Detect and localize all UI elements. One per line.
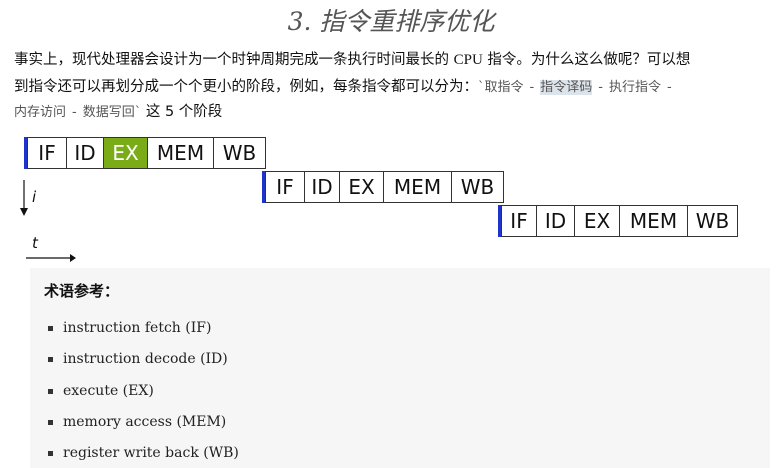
paragraph-text: 到指令还可以再划分成一个个更小的阶段，例如，每条指令都可以分为： bbox=[14, 79, 478, 95]
stage-if: IF bbox=[501, 205, 537, 237]
step-separator: - bbox=[72, 105, 77, 120]
stage-id: ID bbox=[67, 137, 104, 169]
pipeline-row-1: IF ID EX MEM WB bbox=[24, 137, 266, 169]
list-item: execute (EX) bbox=[48, 383, 154, 399]
stage-ex: EX bbox=[575, 205, 620, 237]
terms-heading: 术语参考： bbox=[44, 282, 120, 300]
terms-panel bbox=[30, 268, 770, 468]
step-separator: - bbox=[598, 80, 603, 95]
x-axis-label: t bbox=[32, 234, 38, 252]
stage-mem: MEM bbox=[384, 171, 452, 203]
step-execute: 执行指令 bbox=[608, 80, 661, 95]
stage-if: IF bbox=[27, 137, 67, 169]
term-text: register write back (WB) bbox=[63, 445, 239, 461]
term-text: instruction decode (ID) bbox=[63, 351, 228, 367]
section-title: 3. 指令重排序优化 bbox=[287, 7, 495, 36]
step-fetch: `取指令 bbox=[478, 80, 524, 95]
step-memory: 内存访问 bbox=[14, 105, 67, 120]
list-item: register write back (WB) bbox=[48, 445, 239, 461]
bullet-icon bbox=[48, 356, 53, 362]
stage-mem: MEM bbox=[620, 205, 688, 237]
y-axis-label: i bbox=[32, 188, 37, 206]
stage-wb: WB bbox=[452, 171, 504, 203]
right-arrow-icon bbox=[70, 254, 76, 262]
list-item: instruction decode (ID) bbox=[48, 351, 228, 367]
paragraph-text: 事实上，现代处理器会设计为一个时钟周期完成一条执行时间最长的 bbox=[14, 52, 454, 68]
step-separator: - bbox=[666, 80, 672, 95]
bullet-icon bbox=[48, 388, 53, 394]
bullet-icon bbox=[48, 450, 53, 456]
bullet-icon bbox=[48, 325, 53, 331]
stage-wb: WB bbox=[214, 137, 266, 169]
down-arrow-icon bbox=[20, 208, 28, 216]
paragraph-line-3: 内存访问 - 数据写回` 这 5 个阶段 bbox=[14, 100, 774, 121]
paragraph-text: 这 5 个阶段 bbox=[141, 104, 223, 120]
term-text: instruction fetch (IF) bbox=[63, 320, 212, 336]
pipeline-row-3: IF ID EX MEM WB bbox=[498, 205, 738, 237]
step-decode: 指令译码 bbox=[540, 80, 593, 95]
paragraph-text: 指令。为什么这么做呢？可以想 bbox=[482, 52, 691, 68]
step-separator: - bbox=[529, 80, 535, 95]
term-text: execute (EX) bbox=[63, 383, 154, 399]
stage-mem: MEM bbox=[148, 137, 214, 169]
stage-if: IF bbox=[265, 171, 305, 203]
axis-arrows bbox=[20, 180, 76, 262]
paragraph-line-2: 到指令还可以再划分成一个个更小的阶段，例如，每条指令都可以分为：`取指令 - 指令译… bbox=[14, 75, 774, 96]
list-item: instruction fetch (IF) bbox=[48, 320, 211, 336]
bullet-icon bbox=[48, 419, 53, 425]
stage-id: ID bbox=[537, 205, 575, 237]
list-item: memory access (MEM) bbox=[48, 414, 226, 430]
step-writeback: 数据写回` bbox=[82, 105, 142, 120]
paragraph-line-1: 事实上，现代处理器会设计为一个时钟周期完成一条执行时间最长的 CPU 指令。为什… bbox=[14, 48, 774, 69]
stage-wb: WB bbox=[688, 205, 738, 237]
stage-id: ID bbox=[305, 171, 340, 203]
stage-ex-highlighted: EX bbox=[104, 137, 148, 169]
term-text: memory access (MEM) bbox=[63, 414, 227, 430]
stage-ex: EX bbox=[340, 171, 384, 203]
pipeline-row-2: IF ID EX MEM WB bbox=[262, 171, 504, 203]
cpu-term: CPU bbox=[453, 52, 483, 68]
